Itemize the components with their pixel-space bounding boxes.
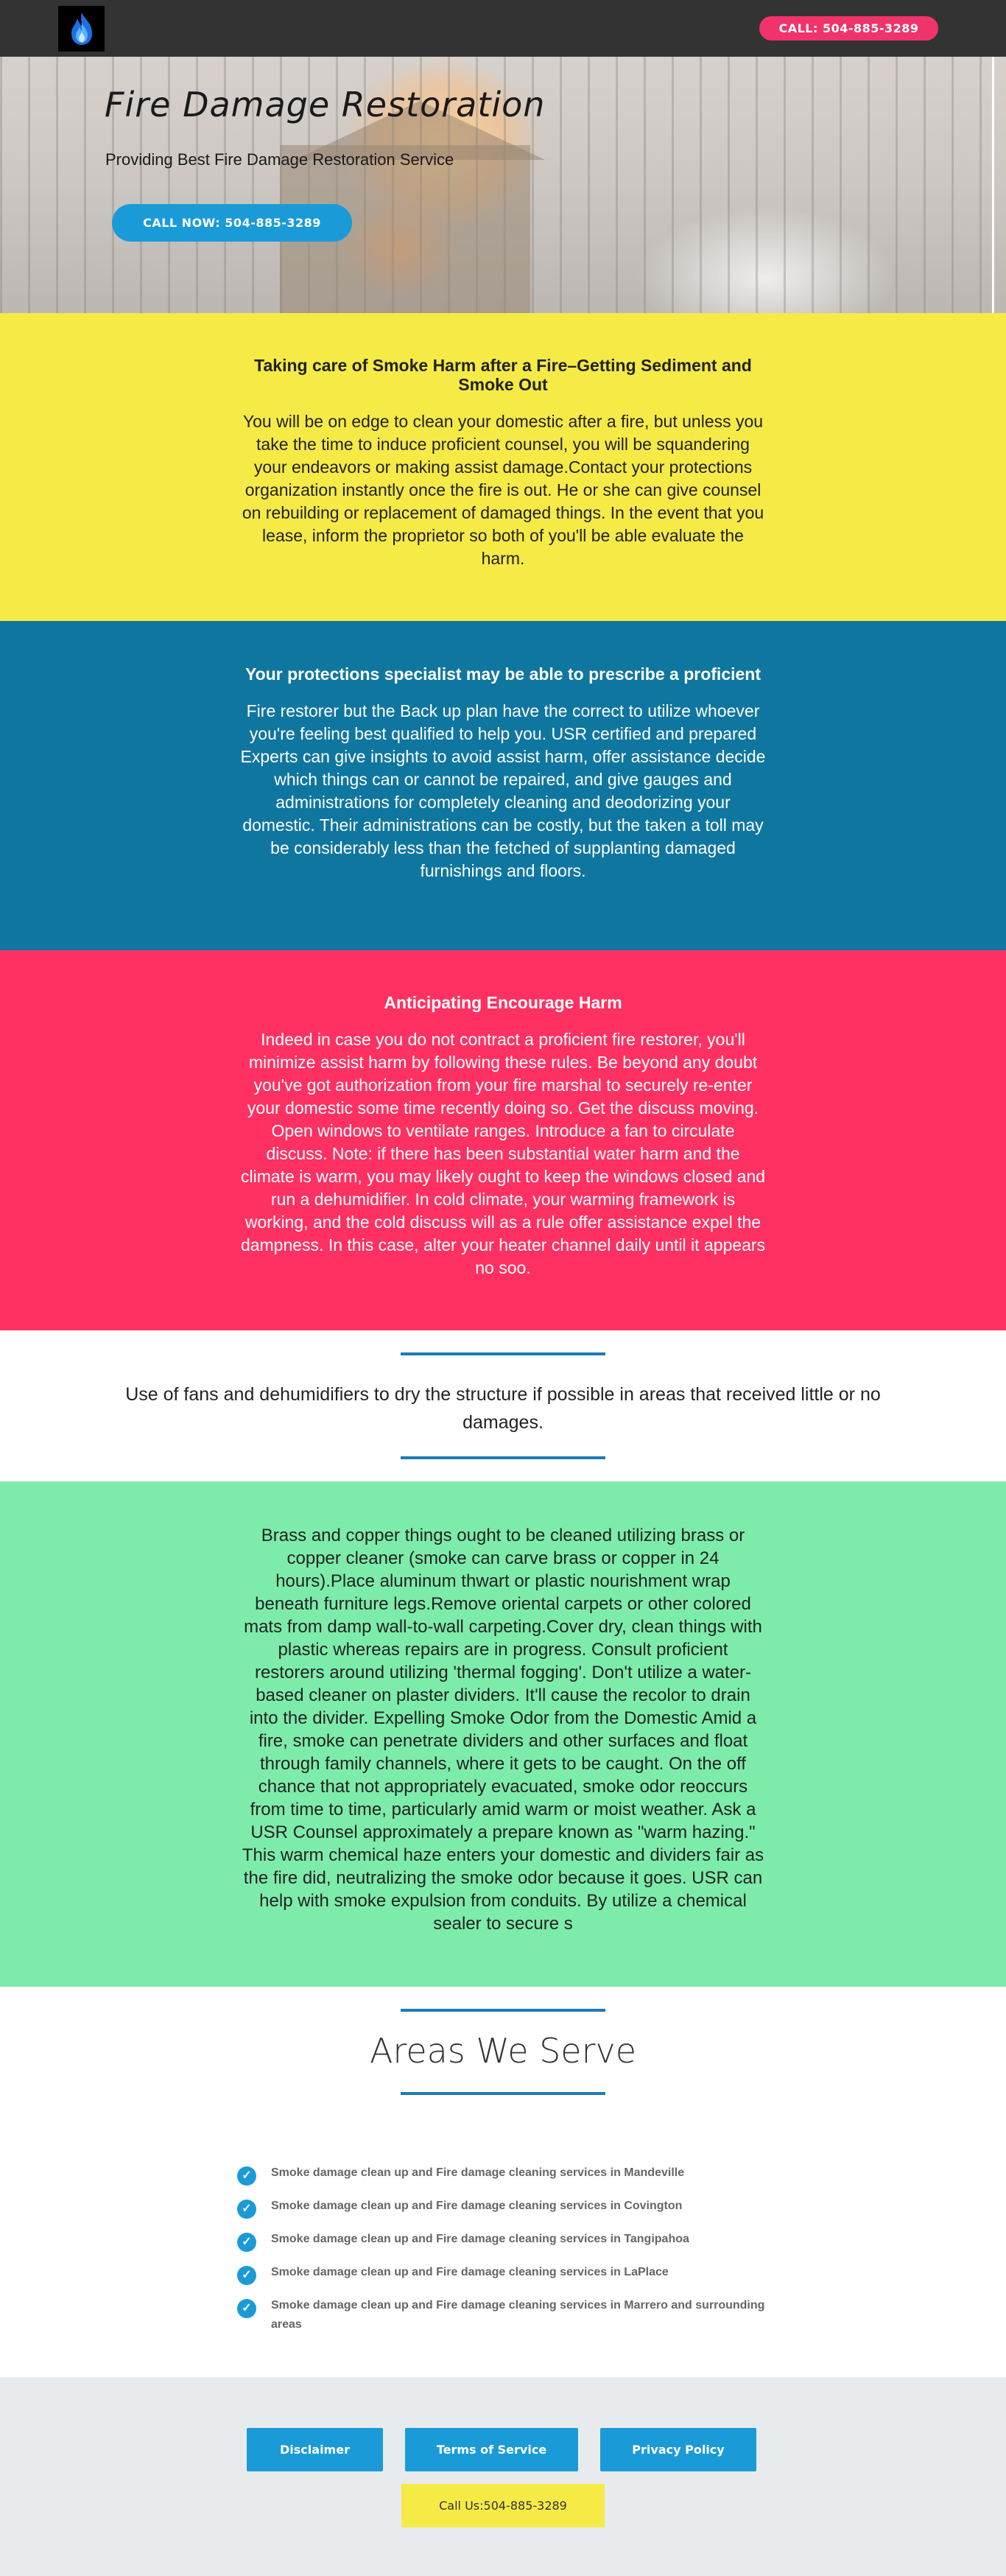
disclaimer-button[interactable]: Disclaimer [247,2428,383,2471]
divider-bottom [401,1456,605,1459]
footer: Disclaimer Terms of Service Privacy Poli… [0,2377,1006,2576]
list-item: ✓ Smoke damage clean up and Fire damage c… [237,2296,767,2334]
area-label: Smoke damage clean up and Fire damage cl… [271,2233,689,2245]
section-title: Taking care of Smoke Harm after a Fire–G… [254,356,752,394]
callout-text: Use of fans and dehumidifiers to dry the… [125,1384,881,1433]
check-circle-icon: ✓ [237,2266,256,2285]
check-circle-icon: ✓ [237,2200,256,2219]
hero-title: Fire Damage Restoration [105,85,546,124]
section-body: Fire restorer but the Back up plan have … [240,701,766,880]
smoke-harm-section: Taking care of Smoke Harm after a Fire–G… [0,313,1006,621]
divider-top [401,1352,605,1355]
blue-flame-icon [71,13,92,45]
area-label: Smoke damage clean up and Fire damage cl… [271,2266,669,2278]
area-label: Smoke damage clean up and Fire damage cl… [271,2200,683,2212]
section-title: Your protections specialist may be able … [245,664,761,684]
call-us-button[interactable]: Call Us:504-885-3289 [401,2484,605,2527]
top-navbar: CALL: 504-885-3289 [0,0,1006,57]
hero-edge-line [992,57,994,313]
areas-list: ✓ Smoke damage clean up and Fire damage c… [237,2163,767,2345]
callout-section: Use of fans and dehumidifiers to dry the… [0,1330,1006,1481]
list-item: ✓ Smoke damage clean up and Fire damage c… [237,2197,767,2219]
site-logo[interactable] [58,6,105,52]
divider-top [401,2009,605,2012]
check-circle-icon: ✓ [237,2299,256,2318]
prevent-harm-section: Anticipating Encourage Harm Indeed in ca… [0,950,1006,1330]
section-body: You will be on edge to clean your domest… [242,412,764,568]
section-title: Anticipating Encourage Harm [384,993,622,1012]
area-label: Smoke damage clean up and Fire damage cl… [271,2166,685,2179]
privacy-policy-button[interactable]: Privacy Policy [600,2428,756,2471]
check-circle-icon: ✓ [237,2166,256,2186]
hero-banner: Fire Damage Restoration Providing Best F… [0,57,1006,313]
call-top-button[interactable]: CALL: 504-885-3289 [759,16,938,41]
areas-section: Areas We Serve ✓ Smoke damage clean up an… [0,1987,1006,2377]
call-now-button[interactable]: CALL NOW: 504-885-3289 [112,204,352,242]
hero-subtitle: Providing Best Fire Damage Restoration S… [105,150,454,169]
areas-title: Areas We Serve [369,2031,637,2071]
area-label: Smoke damage clean up and Fire damage cl… [271,2299,765,2331]
check-circle-icon: ✓ [237,2233,256,2252]
list-item: ✓ Smoke damage clean up and Fire damage c… [237,2163,767,2186]
list-item: ✓ Smoke damage clean up and Fire damage c… [237,2230,767,2252]
cleaning-tips-section: Brass and copper things ought to be clea… [0,1481,1006,1987]
list-item: ✓ Smoke damage clean up and Fire damage c… [237,2263,767,2285]
divider-bottom [401,2092,605,2095]
terms-of-service-button[interactable]: Terms of Service [405,2428,578,2471]
section-body: Brass and copper things ought to be clea… [242,1526,764,1934]
section-body: Indeed in case you do not contract a pro… [240,1030,766,1277]
insurance-specialist-section: Your protections specialist may be able … [0,621,1006,950]
